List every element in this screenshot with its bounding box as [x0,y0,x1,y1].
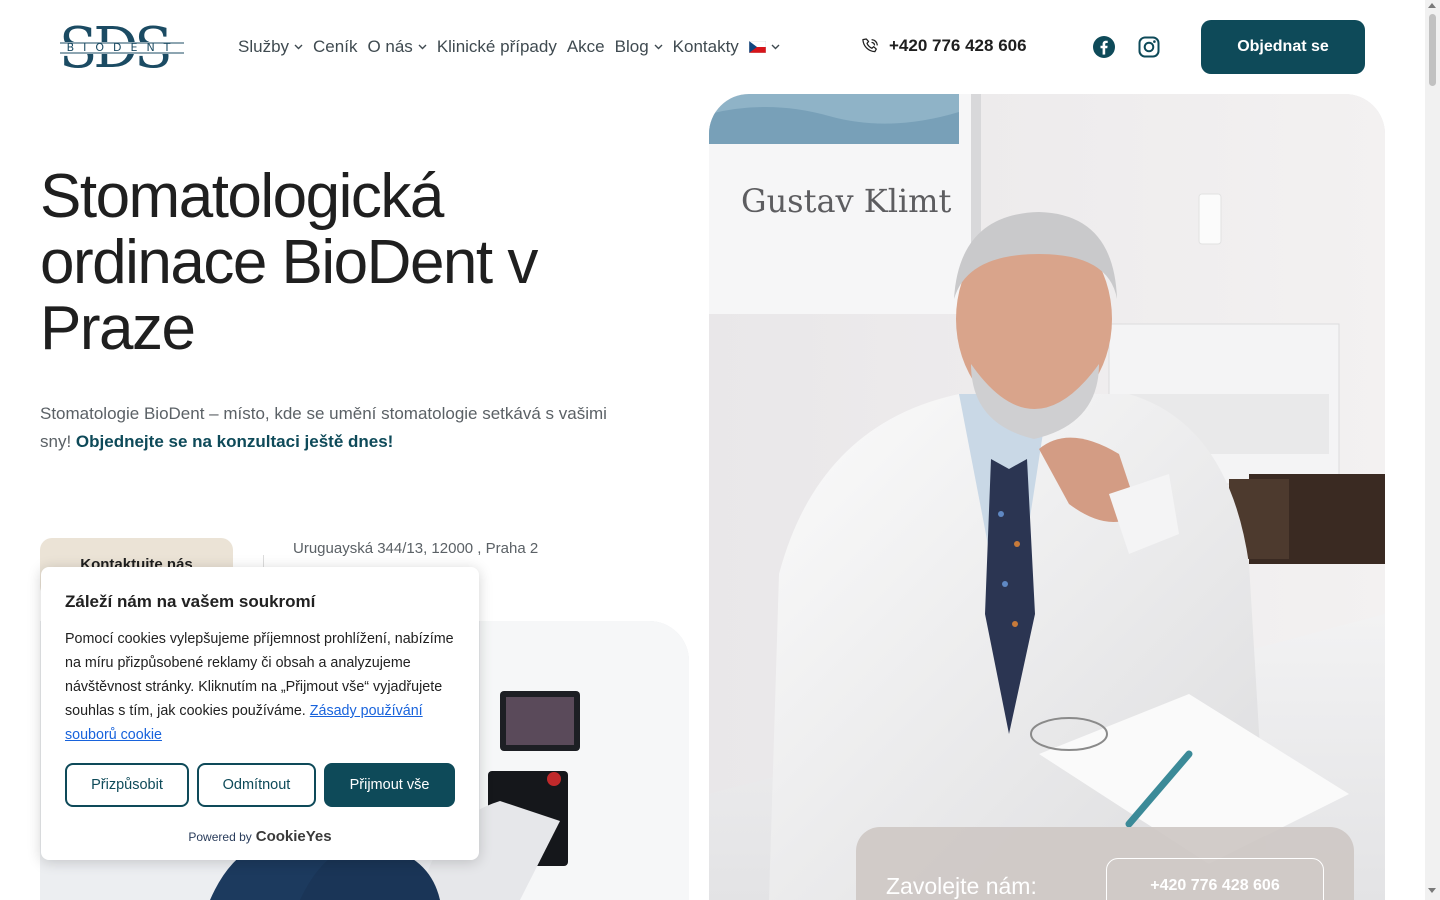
facebook-icon[interactable] [1092,35,1116,59]
nav-item-kontakty[interactable]: Kontakty [673,37,739,57]
biodent-logo[interactable]: SDS BIODENT [58,16,186,81]
cookie-text: Pomocí cookies vylepšujeme příjemnost pr… [65,631,454,743]
consultation-cta-link[interactable]: Objednejte se na konzultaci ještě dnes! [76,432,393,451]
clinic-address: Uruguayská 344/13, 12000 , Praha 2 [293,540,539,557]
page-title: Stomatologická ordinace BioDent v Praze [40,162,538,363]
nav-item-cenik[interactable]: Ceník [313,37,357,57]
scrollbar-thumb[interactable] [1429,14,1436,86]
cookie-title: Záleží nám na vašem soukromí [65,592,316,611]
instagram-icon[interactable] [1137,35,1161,59]
chevron-down-icon [771,44,780,50]
customize-button[interactable]: Přizpůsobit [65,763,189,807]
nav-item-sluzby[interactable]: Služby [238,37,303,57]
chevron-down-icon [418,44,427,50]
nav-item-akce[interactable]: Akce [567,37,605,57]
cookie-consent-banner: Záleží nám na vašem soukromí Pomocí cook… [41,567,479,860]
cookieyes-logo[interactable]: CookieYes [256,828,332,845]
call-us-label: Zavolejte nám: [886,873,1037,899]
language-switcher[interactable] [748,41,780,53]
nav-item-blog[interactable]: Blog [615,37,663,57]
czech-flag-icon [748,41,766,53]
reject-button[interactable]: Odmítnout [197,763,316,807]
nav-item-klinicke-pripady[interactable]: Klinické případy [437,37,557,57]
call-phone-button[interactable]: +420 776 428 606 [1106,858,1324,900]
header-phone-link[interactable]: +420 776 428 606 [861,36,1027,56]
page-scrollbar[interactable] [1425,0,1440,900]
main-nav: Služby Ceník O nás Klinické případy Akce… [238,36,790,58]
accept-all-button[interactable]: Přijmout vše [324,763,455,807]
call-us-card: Zavolejte nám: +420 776 428 606 [856,827,1354,900]
chevron-down-icon [294,44,303,50]
phone-icon [862,37,878,52]
poster-text: Gustav Klimt [741,182,952,220]
dentist-photo: Gustav Klimt [709,94,1385,900]
scroll-down-arrow[interactable] [1428,888,1436,893]
book-appointment-button[interactable]: Objednat se [1201,20,1365,74]
site-header: SDS BIODENT Služby Ceník O nás Klinické … [0,0,1425,94]
scroll-up-arrow[interactable] [1428,3,1436,8]
hero-subtitle: Stomatologie BioDent – místo, kde se umě… [40,404,607,451]
cookieyes-branding: Powered by CookieYes [188,828,332,845]
chevron-down-icon [654,44,663,50]
nav-item-o-nas[interactable]: O nás [367,37,427,57]
